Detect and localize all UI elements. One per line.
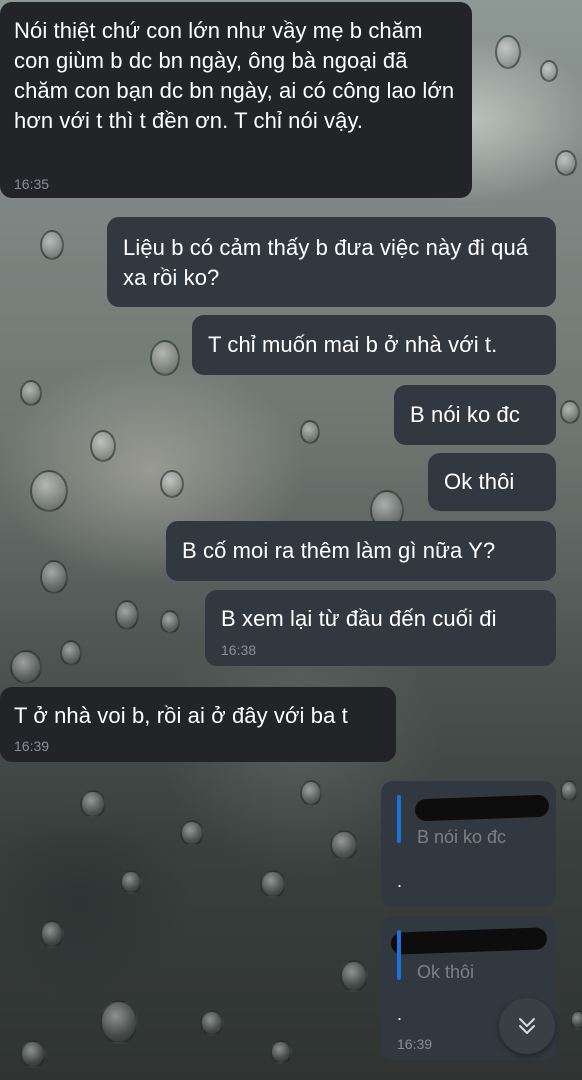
message-text: Ok thôi [444, 469, 515, 494]
message-text: . [397, 1004, 403, 1024]
message-bubble-outgoing[interactable]: B cố moi ra thêm làm gì nữa Y? [166, 521, 556, 581]
message-bubble-incoming[interactable]: Nói thiệt chứ con lớn như vầy mẹ b chăm … [0, 2, 472, 198]
message-bubble-outgoing[interactable]: B xem lại từ đầu đến cuối đi 16:38 [205, 590, 556, 666]
redacted-quote-author [390, 927, 548, 955]
message-text: B cố moi ra thêm làm gì nữa Y? [182, 538, 496, 563]
message-text: Liệu b có cảm thấy b đưa việc này đi quá… [123, 235, 529, 290]
message-bubble-incoming[interactable]: T ở nhà voi b, rồi ai ở đây với ba t 16:… [0, 687, 396, 762]
message-bubble-outgoing[interactable]: B nói ko đc [394, 385, 556, 445]
quote-bar [397, 795, 401, 843]
message-text: T ở nhà voi b, rồi ai ở đây với ba t [14, 703, 348, 728]
message-text: Nói thiệt chứ con lớn như vầy mẹ b chăm … [14, 18, 455, 133]
scroll-to-bottom-button[interactable] [499, 998, 555, 1054]
message-timestamp: 16:38 [221, 642, 257, 658]
message-bubble-outgoing[interactable]: Ok thôi [428, 453, 556, 511]
message-bubble-reply[interactable]: B nói ko đc . [381, 781, 556, 907]
message-bubble-outgoing[interactable]: Liệu b có cảm thấy b đưa việc này đi quá… [107, 217, 556, 307]
message-text: . [397, 871, 403, 891]
double-chevron-down-icon [519, 1018, 535, 1034]
quote-bar [397, 930, 401, 980]
message-text: B nói ko đc [410, 402, 520, 427]
message-timestamp: 16:39 [14, 738, 50, 754]
message-bubble-outgoing[interactable]: T chỉ muốn mai b ở nhà với t. [192, 315, 556, 375]
message-text: T chỉ muốn mai b ở nhà với t. [208, 332, 498, 357]
message-text: B xem lại từ đầu đến cuối đi [221, 606, 497, 631]
quoted-message-text: B nói ko đc [417, 827, 507, 847]
quoted-message-text: Ok thôi [417, 962, 475, 982]
message-timestamp: 16:39 [397, 1036, 433, 1052]
message-timestamp: 16:35 [14, 176, 50, 192]
redacted-quote-author [414, 794, 550, 822]
